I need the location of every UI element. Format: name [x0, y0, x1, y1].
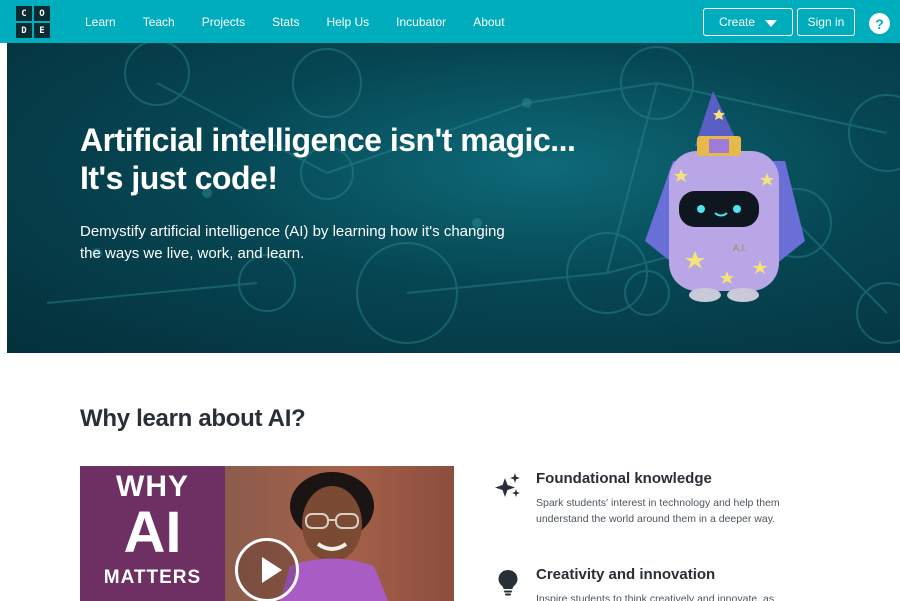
sign-in-button[interactable]: Sign in: [797, 8, 855, 36]
ai-wizard-robot-icon: A.I.: [645, 91, 805, 302]
feature-title: Foundational knowledge: [536, 470, 712, 487]
create-button-label: Create: [718, 15, 756, 29]
create-button[interactable]: Create: [703, 8, 793, 36]
robot-badge-label: A.I.: [733, 243, 747, 253]
hero-title-line: Artificial intelligence isn't magic...: [80, 122, 576, 158]
logo-letter: O: [34, 6, 50, 21]
nav-stats[interactable]: Stats: [272, 15, 299, 29]
video-title-panel: WHY AI MATTERS: [80, 466, 225, 601]
nav-about[interactable]: About: [473, 15, 504, 29]
nav-incubator[interactable]: Incubator: [396, 15, 446, 29]
feature-text: Inspire students to think creatively and…: [536, 593, 775, 601]
section-title: Why learn about AI?: [80, 405, 306, 432]
nav-learn[interactable]: Learn: [85, 15, 116, 29]
video-title-line: AI: [123, 500, 182, 565]
top-nav: C O D E Learn Teach Projects Stats Help …: [0, 0, 900, 43]
play-video-button[interactable]: [235, 538, 299, 601]
feature-text: Spark students' interest in technology a…: [536, 497, 780, 525]
help-icon[interactable]: ?: [869, 13, 890, 34]
hero-title: Artificial intelligence isn't magic... I…: [80, 121, 640, 197]
logo-letter: E: [34, 23, 50, 38]
feature-creativity-innovation: Creativity and innovation Inspire studen…: [494, 566, 854, 601]
logo-letter: C: [16, 6, 32, 21]
nav-teach[interactable]: Teach: [143, 15, 175, 29]
logo-letter: D: [16, 23, 32, 38]
nav-projects[interactable]: Projects: [202, 15, 245, 29]
feature-title: Creativity and innovation: [536, 566, 716, 583]
hero-banner: Artificial intelligence isn't magic... I…: [7, 43, 900, 353]
hero-title-line: It's just code!: [80, 160, 278, 196]
video-title-line: WHY: [116, 470, 189, 503]
video-title-line: MATTERS: [103, 567, 202, 588]
hero-subtitle: Demystify artificial intelligence (AI) b…: [80, 223, 505, 262]
main-nav: Learn Teach Projects Stats Help Us Incub…: [85, 0, 532, 43]
sparkles-icon: [495, 473, 520, 497]
chevron-down-icon: [765, 19, 778, 27]
video-thumbnail[interactable]: WHY AI MATTERS: [80, 466, 454, 601]
lightbulb-icon: [498, 570, 518, 596]
code-logo[interactable]: C O D E: [16, 6, 50, 38]
feature-foundational-knowledge: Foundational knowledge Spark students' i…: [494, 470, 854, 530]
nav-help-us[interactable]: Help Us: [326, 15, 369, 29]
